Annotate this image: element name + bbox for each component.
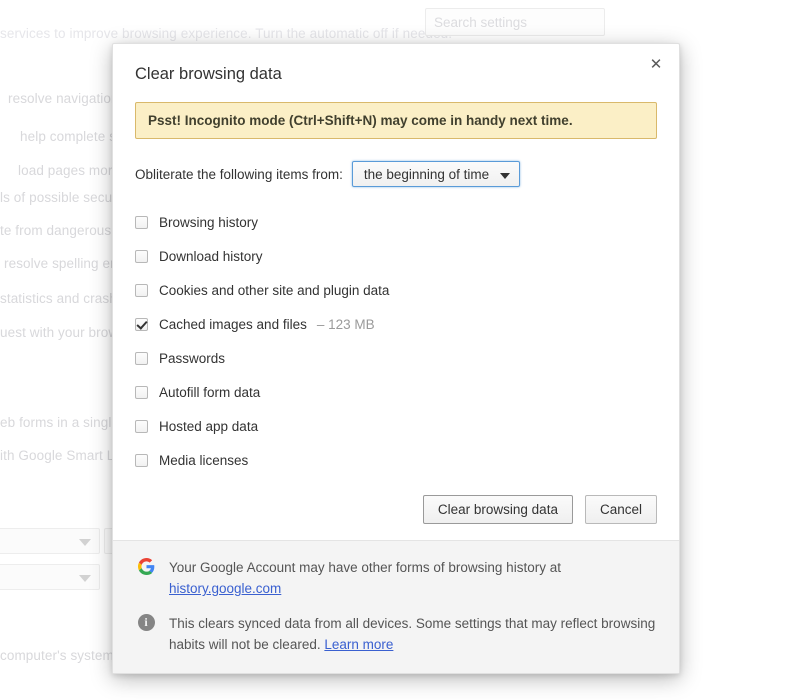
sync-notice-line: This clears synced data from all devices… [169, 616, 656, 652]
data-type-size: – 123 MB [316, 316, 375, 332]
time-range-row: Obliterate the following items from: the… [135, 161, 657, 187]
background-text-line: services to improve browsing experience.… [0, 26, 453, 41]
google-logo-icon [135, 557, 157, 575]
checkbox-checked-icon[interactable] [135, 317, 148, 331]
clear-browsing-data-button[interactable]: Clear browsing data [422, 495, 573, 524]
data-type-checkbox-row[interactable]: Browsing history [135, 205, 657, 239]
incognito-notice-banner: Psst! Incognito mode (Ctrl+Shift+N) may … [135, 102, 657, 139]
data-type-label: Passwords [159, 350, 226, 366]
data-type-checkbox-row[interactable]: Cached images and files – 123 MB [135, 307, 657, 341]
data-type-label: Download history [159, 248, 263, 264]
time-range-select[interactable]: the beginning of time [351, 161, 521, 187]
chevron-down-icon [79, 539, 91, 546]
sync-notice-row: i This clears synced data from all devic… [135, 613, 657, 655]
data-type-checkbox-row[interactable]: Autofill form data [135, 375, 657, 409]
data-type-label: Hosted app data [159, 418, 259, 434]
dialog-button-row: Clear browsing data Cancel [113, 481, 679, 540]
data-type-checkbox-row[interactable]: Passwords [135, 341, 657, 375]
google-account-notice-line: Your Google Account may have other forms… [169, 560, 561, 575]
data-type-checkbox-row[interactable]: Hosted app data [135, 409, 657, 443]
data-type-checkbox-row[interactable]: Cookies and other site and plugin data [135, 273, 657, 307]
clear-browsing-data-dialog: Clear browsing data ✕ Psst! Incognito mo… [112, 43, 680, 674]
checkbox-unchecked-icon[interactable] [135, 453, 148, 467]
google-account-notice-text: Your Google Account may have other forms… [169, 557, 561, 599]
cancel-button[interactable]: Cancel [584, 495, 657, 524]
info-icon: i [135, 613, 157, 631]
dialog-footer: Your Google Account may have other forms… [113, 540, 679, 673]
checkbox-unchecked-icon[interactable] [135, 283, 148, 297]
data-type-label: Cookies and other site and plugin data [159, 282, 390, 298]
time-range-selected-value: the beginning of time [363, 167, 490, 182]
sync-notice-text: This clears synced data from all devices… [169, 613, 657, 655]
data-type-checkbox-row[interactable]: Download history [135, 239, 657, 273]
checkbox-unchecked-icon[interactable] [135, 215, 148, 229]
time-range-label: Obliterate the following items from: [135, 166, 343, 182]
dialog-title: Clear browsing data [135, 65, 282, 83]
search-settings-input[interactable] [425, 8, 605, 36]
history-google-com-link[interactable]: history.google.com [169, 581, 281, 596]
chevron-down-icon [500, 173, 511, 179]
background-dropdown [0, 564, 100, 590]
data-type-label: Autofill form data [159, 384, 261, 400]
google-account-notice-row: Your Google Account may have other forms… [135, 557, 657, 599]
chevron-down-icon [79, 575, 91, 582]
checkbox-unchecked-icon[interactable] [135, 419, 148, 433]
checkbox-unchecked-icon[interactable] [135, 249, 148, 263]
dialog-body: Clear browsing data ✕ Psst! Incognito mo… [113, 44, 679, 481]
background-dropdown [0, 528, 100, 554]
data-type-label: Cached images and files [159, 316, 307, 332]
data-type-checkbox-list: Browsing history Download history Cookies … [135, 205, 657, 481]
data-type-checkbox-row[interactable]: Media licenses [135, 443, 657, 477]
learn-more-link[interactable]: Learn more [324, 637, 393, 652]
data-type-label: Media licenses [159, 452, 249, 468]
checkbox-unchecked-icon[interactable] [135, 385, 148, 399]
data-type-label: Browsing history [159, 214, 259, 230]
close-icon[interactable]: ✕ [645, 54, 667, 76]
info-icon-glyph: i [137, 614, 155, 631]
checkbox-unchecked-icon[interactable] [135, 351, 148, 365]
